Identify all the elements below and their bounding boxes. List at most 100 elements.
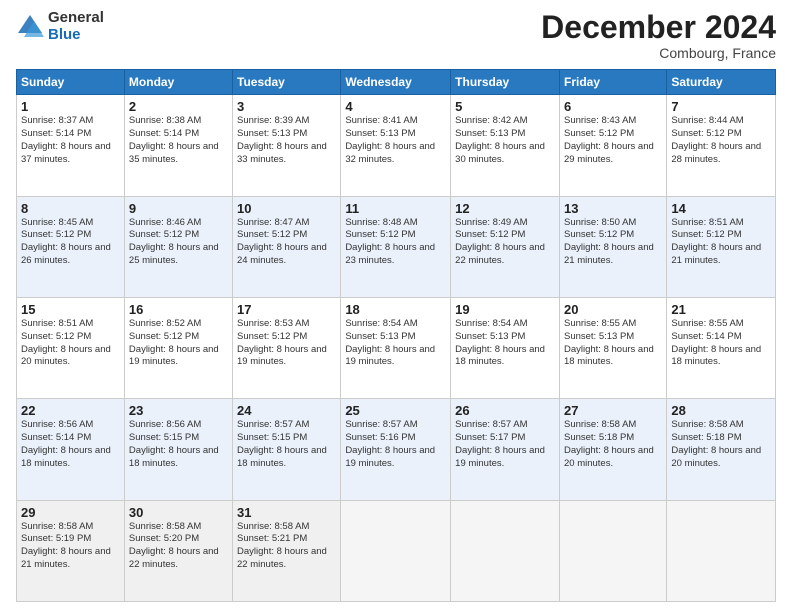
day-number: 15 <box>21 302 120 317</box>
calendar-week-row: 15Sunrise: 8:51 AM Sunset: 5:12 PM Dayli… <box>17 297 776 398</box>
calendar-week-row: 1Sunrise: 8:37 AM Sunset: 5:14 PM Daylig… <box>17 95 776 196</box>
table-row: 8Sunrise: 8:45 AM Sunset: 5:12 PM Daylig… <box>17 196 125 297</box>
day-number: 6 <box>564 99 662 114</box>
day-number: 21 <box>671 302 771 317</box>
day-info: Sunrise: 8:38 AM Sunset: 5:14 PM Dayligh… <box>129 115 228 166</box>
table-row: 2Sunrise: 8:38 AM Sunset: 5:14 PM Daylig… <box>124 95 232 196</box>
day-number: 31 <box>237 505 336 520</box>
day-info: Sunrise: 8:55 AM Sunset: 5:13 PM Dayligh… <box>564 318 662 369</box>
table-row: 11Sunrise: 8:48 AM Sunset: 5:12 PM Dayli… <box>341 196 451 297</box>
day-number: 25 <box>345 403 446 418</box>
day-number: 14 <box>671 201 771 216</box>
day-number: 11 <box>345 201 446 216</box>
day-number: 3 <box>237 99 336 114</box>
calendar-week-row: 22Sunrise: 8:56 AM Sunset: 5:14 PM Dayli… <box>17 399 776 500</box>
page: General Blue December 2024 Combourg, Fra… <box>0 0 792 612</box>
table-row: 19Sunrise: 8:54 AM Sunset: 5:13 PM Dayli… <box>451 297 560 398</box>
logo-text: General Blue <box>48 10 104 43</box>
table-row: 29Sunrise: 8:58 AM Sunset: 5:19 PM Dayli… <box>17 500 125 601</box>
header: General Blue December 2024 Combourg, Fra… <box>16 10 776 61</box>
day-info: Sunrise: 8:50 AM Sunset: 5:12 PM Dayligh… <box>564 217 662 268</box>
day-info: Sunrise: 8:54 AM Sunset: 5:13 PM Dayligh… <box>345 318 446 369</box>
col-monday: Monday <box>124 70 232 95</box>
day-info: Sunrise: 8:54 AM Sunset: 5:13 PM Dayligh… <box>455 318 555 369</box>
day-info: Sunrise: 8:57 AM Sunset: 5:16 PM Dayligh… <box>345 419 446 470</box>
day-info: Sunrise: 8:58 AM Sunset: 5:20 PM Dayligh… <box>129 521 228 572</box>
col-wednesday: Wednesday <box>341 70 451 95</box>
table-row: 25Sunrise: 8:57 AM Sunset: 5:16 PM Dayli… <box>341 399 451 500</box>
table-row: 28Sunrise: 8:58 AM Sunset: 5:18 PM Dayli… <box>667 399 776 500</box>
day-number: 12 <box>455 201 555 216</box>
day-info: Sunrise: 8:51 AM Sunset: 5:12 PM Dayligh… <box>671 217 771 268</box>
table-row: 27Sunrise: 8:58 AM Sunset: 5:18 PM Dayli… <box>559 399 666 500</box>
calendar-week-row: 29Sunrise: 8:58 AM Sunset: 5:19 PM Dayli… <box>17 500 776 601</box>
day-number: 29 <box>21 505 120 520</box>
calendar-week-row: 8Sunrise: 8:45 AM Sunset: 5:12 PM Daylig… <box>17 196 776 297</box>
header-row: Sunday Monday Tuesday Wednesday Thursday… <box>17 70 776 95</box>
day-number: 20 <box>564 302 662 317</box>
calendar-table: Sunday Monday Tuesday Wednesday Thursday… <box>16 69 776 602</box>
table-row: 1Sunrise: 8:37 AM Sunset: 5:14 PM Daylig… <box>17 95 125 196</box>
day-info: Sunrise: 8:46 AM Sunset: 5:12 PM Dayligh… <box>129 217 228 268</box>
day-info: Sunrise: 8:51 AM Sunset: 5:12 PM Dayligh… <box>21 318 120 369</box>
day-info: Sunrise: 8:56 AM Sunset: 5:14 PM Dayligh… <box>21 419 120 470</box>
day-info: Sunrise: 8:43 AM Sunset: 5:12 PM Dayligh… <box>564 115 662 166</box>
day-number: 5 <box>455 99 555 114</box>
col-tuesday: Tuesday <box>233 70 341 95</box>
day-info: Sunrise: 8:57 AM Sunset: 5:17 PM Dayligh… <box>455 419 555 470</box>
table-row: 23Sunrise: 8:56 AM Sunset: 5:15 PM Dayli… <box>124 399 232 500</box>
day-info: Sunrise: 8:44 AM Sunset: 5:12 PM Dayligh… <box>671 115 771 166</box>
table-row: 31Sunrise: 8:58 AM Sunset: 5:21 PM Dayli… <box>233 500 341 601</box>
day-info: Sunrise: 8:53 AM Sunset: 5:12 PM Dayligh… <box>237 318 336 369</box>
table-row: 30Sunrise: 8:58 AM Sunset: 5:20 PM Dayli… <box>124 500 232 601</box>
day-info: Sunrise: 8:41 AM Sunset: 5:13 PM Dayligh… <box>345 115 446 166</box>
day-number: 13 <box>564 201 662 216</box>
table-row: 14Sunrise: 8:51 AM Sunset: 5:12 PM Dayli… <box>667 196 776 297</box>
day-info: Sunrise: 8:52 AM Sunset: 5:12 PM Dayligh… <box>129 318 228 369</box>
table-row: 24Sunrise: 8:57 AM Sunset: 5:15 PM Dayli… <box>233 399 341 500</box>
day-number: 10 <box>237 201 336 216</box>
table-row <box>667 500 776 601</box>
day-info: Sunrise: 8:58 AM Sunset: 5:19 PM Dayligh… <box>21 521 120 572</box>
day-number: 17 <box>237 302 336 317</box>
day-info: Sunrise: 8:56 AM Sunset: 5:15 PM Dayligh… <box>129 419 228 470</box>
day-number: 19 <box>455 302 555 317</box>
day-number: 1 <box>21 99 120 114</box>
table-row: 26Sunrise: 8:57 AM Sunset: 5:17 PM Dayli… <box>451 399 560 500</box>
logo: General Blue <box>16 10 104 43</box>
table-row: 10Sunrise: 8:47 AM Sunset: 5:12 PM Dayli… <box>233 196 341 297</box>
table-row: 7Sunrise: 8:44 AM Sunset: 5:12 PM Daylig… <box>667 95 776 196</box>
logo-icon <box>16 13 44 41</box>
day-number: 2 <box>129 99 228 114</box>
table-row: 5Sunrise: 8:42 AM Sunset: 5:13 PM Daylig… <box>451 95 560 196</box>
day-number: 26 <box>455 403 555 418</box>
day-number: 30 <box>129 505 228 520</box>
month-title: December 2024 <box>541 10 776 45</box>
table-row: 9Sunrise: 8:46 AM Sunset: 5:12 PM Daylig… <box>124 196 232 297</box>
day-info: Sunrise: 8:39 AM Sunset: 5:13 PM Dayligh… <box>237 115 336 166</box>
day-info: Sunrise: 8:49 AM Sunset: 5:12 PM Dayligh… <box>455 217 555 268</box>
day-number: 28 <box>671 403 771 418</box>
col-friday: Friday <box>559 70 666 95</box>
day-number: 7 <box>671 99 771 114</box>
day-number: 9 <box>129 201 228 216</box>
table-row: 15Sunrise: 8:51 AM Sunset: 5:12 PM Dayli… <box>17 297 125 398</box>
col-saturday: Saturday <box>667 70 776 95</box>
table-row: 20Sunrise: 8:55 AM Sunset: 5:13 PM Dayli… <box>559 297 666 398</box>
table-row <box>559 500 666 601</box>
title-block: December 2024 Combourg, France <box>541 10 776 61</box>
day-number: 16 <box>129 302 228 317</box>
day-info: Sunrise: 8:45 AM Sunset: 5:12 PM Dayligh… <box>21 217 120 268</box>
table-row <box>341 500 451 601</box>
logo-general: General <box>48 10 104 27</box>
day-number: 18 <box>345 302 446 317</box>
day-info: Sunrise: 8:57 AM Sunset: 5:15 PM Dayligh… <box>237 419 336 470</box>
day-number: 4 <box>345 99 446 114</box>
table-row: 13Sunrise: 8:50 AM Sunset: 5:12 PM Dayli… <box>559 196 666 297</box>
table-row: 22Sunrise: 8:56 AM Sunset: 5:14 PM Dayli… <box>17 399 125 500</box>
day-number: 22 <box>21 403 120 418</box>
table-row: 18Sunrise: 8:54 AM Sunset: 5:13 PM Dayli… <box>341 297 451 398</box>
table-row: 3Sunrise: 8:39 AM Sunset: 5:13 PM Daylig… <box>233 95 341 196</box>
day-info: Sunrise: 8:58 AM Sunset: 5:18 PM Dayligh… <box>564 419 662 470</box>
day-info: Sunrise: 8:58 AM Sunset: 5:21 PM Dayligh… <box>237 521 336 572</box>
